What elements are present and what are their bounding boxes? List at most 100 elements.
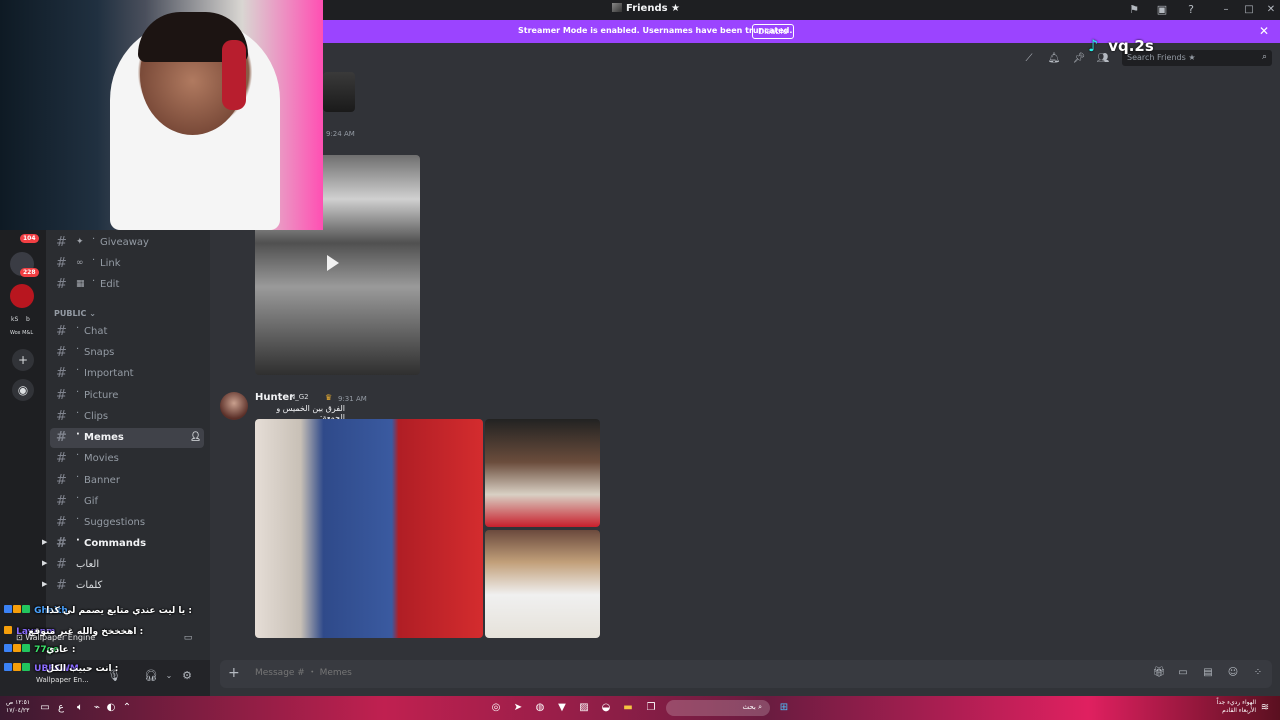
start-icon[interactable]: ⊞ — [777, 701, 791, 715]
channel-banner[interactable]: # · Banner — [50, 471, 204, 491]
message-time: 9:24 AM — [326, 130, 355, 138]
channel-memes[interactable]: # · Memes 👤︎ — [50, 428, 204, 448]
clock: ١٢:٥١ ص ١٧/٠٤/٢٣ — [6, 699, 31, 714]
server-icon[interactable] — [10, 284, 34, 308]
stream-chat-line: UBFAWM انت حبيب الكل : — [4, 663, 118, 674]
link-icon: ∞ — [76, 258, 84, 268]
headphones-image — [222, 40, 246, 110]
play-icon[interactable] — [327, 255, 339, 271]
sticker-icon[interactable]: ▤ — [1201, 667, 1215, 681]
message-author[interactable]: Hunter — [255, 392, 294, 403]
close-window-button[interactable]: ✕ — [1264, 3, 1278, 17]
brave-icon[interactable]: ▼ — [555, 701, 569, 715]
channel-clips[interactable]: # · Clips — [50, 407, 204, 427]
discord-icon[interactable]: ◍ — [533, 701, 547, 715]
search-icon: ⌕ — [1261, 52, 1267, 62]
channel-gif[interactable]: # · Gif — [50, 492, 204, 512]
tiktok-logo-icon: ♪ — [1088, 36, 1099, 55]
chevron-up-icon[interactable]: ⌃ — [120, 701, 134, 715]
avatar[interactable] — [220, 392, 248, 420]
stream-chat-line: 77ge عادي : — [4, 644, 75, 655]
message-image[interactable] — [485, 419, 600, 527]
channel-snaps[interactable]: # · Snaps — [50, 343, 204, 363]
party-icon: ✦ — [76, 237, 84, 247]
bell-icon[interactable]: 🔔︎ — [1047, 52, 1061, 66]
server-label: b — [26, 316, 30, 323]
close-icon[interactable]: ✕ — [1259, 24, 1269, 38]
language-icon[interactable]: ع — [54, 701, 68, 715]
message-image-top[interactable] — [323, 72, 355, 112]
invite-icon[interactable]: 👤︎ — [190, 432, 201, 442]
window-title: Friends ★ — [612, 3, 680, 14]
channel-important[interactable]: # · Important — [50, 364, 204, 384]
channel-link[interactable]: # ∞ · Link — [50, 254, 204, 274]
folder-icon[interactable]: ▬ — [621, 701, 635, 715]
photos-icon[interactable]: ▨ — [577, 701, 591, 715]
film-icon: ▦ — [76, 279, 85, 289]
tiktok-watermark: ♪ vq.2s — [1088, 36, 1154, 55]
chrome-icon[interactable]: ◎ — [489, 701, 503, 715]
channel-edit[interactable]: # ▦ · Edit — [50, 275, 204, 295]
notification-icon[interactable]: ▭ — [38, 701, 52, 715]
server-label: kS — [11, 316, 19, 323]
settings-icon[interactable]: ⚙ — [179, 668, 195, 684]
maximize-button[interactable]: □ — [1242, 3, 1256, 17]
network-icon[interactable]: ⌁ — [90, 701, 104, 715]
discover-icon[interactable]: ◉ — [12, 379, 34, 401]
chevron-right-icon: ▶ — [42, 538, 48, 546]
gif-icon[interactable]: ▭ — [1176, 667, 1190, 681]
edge-tray-icon[interactable]: ◐ — [104, 701, 118, 715]
channel-giveaway[interactable]: # ✦ · Giveaway — [50, 233, 204, 253]
category-header[interactable]: PUBLIC ⌄ — [54, 309, 96, 318]
apps-icon[interactable]: ⁘ — [1251, 667, 1265, 681]
disable-button[interactable]: Disable — [752, 24, 794, 39]
headphones-icon[interactable]: 🎧︎ — [143, 668, 159, 684]
wallpaper-engine-icon: ⊡ — [16, 633, 23, 642]
hash-icon: # — [56, 277, 67, 292]
flag-icon[interactable]: ⚑ — [1127, 3, 1141, 17]
channel-picture[interactable]: # · Picture — [50, 386, 204, 406]
taskbar: ١٢:٥١ ص ١٧/٠٤/٢٣ ▭ ع 🔈︎ ⌁ ◐ ⌃ ◎ ➤ ◍ ▼ ▨ ◒… — [0, 696, 1280, 720]
message-input[interactable] — [255, 668, 855, 678]
weather-icon[interactable]: ≋ — [1258, 701, 1272, 715]
minimize-button[interactable]: – — [1219, 3, 1233, 17]
channel-chat[interactable]: # · Chat — [50, 322, 204, 342]
volume-icon[interactable]: 🔈︎ — [73, 701, 87, 715]
screen-share-icon[interactable]: ▭ — [180, 630, 196, 646]
inbox-icon[interactable]: ▣ — [1155, 3, 1169, 17]
channel-games[interactable]: ▶ # العاب — [42, 555, 204, 575]
wallpaper-engine-label: ⊡ Wallpaper Engine — [16, 633, 96, 642]
chevron-down-icon[interactable]: ⌄ — [161, 668, 177, 684]
star-icon: ★ — [671, 3, 681, 14]
mention-badge: 228 — [20, 268, 39, 277]
mention-badge: 104 — [20, 234, 39, 243]
message-composer: + 🎁︎ ▭ ▤ ☺ ⁘ — [220, 660, 1272, 688]
hash-icon: # — [56, 235, 67, 250]
message-image[interactable] — [485, 530, 600, 638]
channel-movies[interactable]: # · Movies — [50, 449, 204, 469]
edge-icon[interactable]: ◒ — [599, 701, 613, 715]
stream-chat-line: Ghaith يا ليت عندي متابع يصمم لي كذا : — [4, 605, 192, 616]
author-tag: N_G2 — [290, 393, 309, 401]
search-icon: ⌕ — [758, 703, 762, 711]
task-view-icon[interactable]: ❐ — [644, 701, 658, 715]
message-time: 9:31 AM — [338, 395, 367, 403]
wallpaper-engine-label: Wallpaper En... — [36, 676, 89, 684]
add-attachment-icon[interactable]: + — [228, 665, 240, 681]
chevron-right-icon: ▶ — [42, 580, 48, 588]
telegram-icon[interactable]: ➤ — [511, 701, 525, 715]
channel-words[interactable]: ▶ # كلمات — [42, 576, 204, 596]
threads-icon[interactable]: ⟋ — [1022, 52, 1036, 66]
channel-suggestions[interactable]: # · Suggestions — [50, 513, 204, 533]
help-icon[interactable]: ? — [1184, 3, 1198, 17]
gift-icon[interactable]: 🎁︎ — [1152, 667, 1166, 681]
taskbar-search[interactable]: بحث ⌕ — [666, 700, 770, 716]
emoji-icon[interactable]: ☺ — [1226, 667, 1240, 681]
message-image[interactable] — [255, 419, 483, 638]
server-icon — [612, 3, 622, 12]
hash-icon: # — [56, 256, 67, 271]
weather-widget[interactable]: الهواء رديء جداً الأربعاء القادم — [1212, 699, 1256, 715]
channel-commands[interactable]: ▶ # · Commands — [42, 534, 204, 554]
add-server-icon[interactable]: + — [12, 349, 34, 371]
pin-icon[interactable]: 📌︎ — [1072, 52, 1086, 66]
